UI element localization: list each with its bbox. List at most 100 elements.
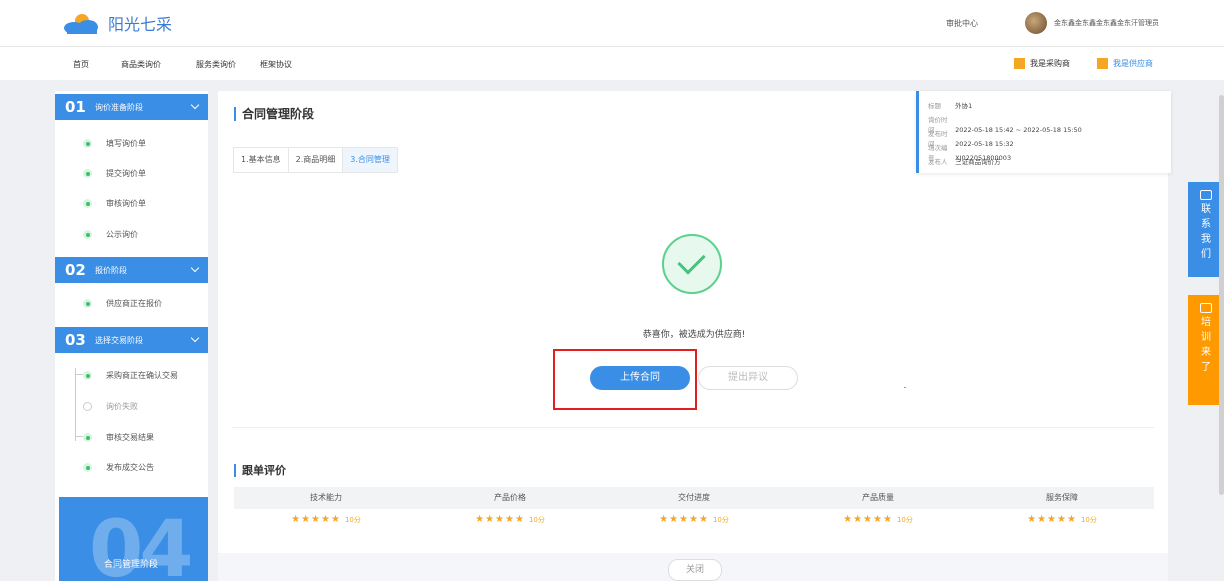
rating-cell: ★★★★★ 10分 <box>970 509 1154 531</box>
tab-contract-management[interactable]: 3.合同管理 <box>343 148 397 172</box>
star-rating-icon: ★★★★★ <box>659 514 709 525</box>
nav-home[interactable]: 首页 <box>73 59 89 70</box>
supplier-icon <box>1097 58 1108 69</box>
step-label: 填写询价单 <box>106 139 146 148</box>
step-done-icon <box>83 463 92 472</box>
branch-line <box>75 368 76 441</box>
close-button[interactable]: 关闭 <box>668 559 722 581</box>
header: 阳光七采 审批中心 金东鑫金东鑫金东鑫金东汗管理员 <box>0 0 1224 46</box>
current-stage-card[interactable]: 04 合同管理阶段 <box>59 497 208 581</box>
monitor-icon <box>1200 303 1212 313</box>
role-buyer-link[interactable]: 我是采购商 <box>1014 58 1070 69</box>
inquiry-info-card: 标题 外协1 询价时间 2022-05-18 15:42 ~ 2022-05-1… <box>916 91 1171 173</box>
info-title: 标题 外协1 <box>928 102 973 110</box>
current-stage-number: 04 <box>89 505 194 581</box>
step-label: 提交询价单 <box>106 169 146 178</box>
step-done-icon <box>83 371 92 380</box>
role-buyer-label: 我是采购商 <box>1030 59 1070 68</box>
step-done-icon <box>83 169 92 178</box>
divider-dot <box>904 387 906 388</box>
chevron-down-icon <box>190 100 200 110</box>
main-nav: 首页 商品类询价 服务类询价 框架协议 我是采购商 我是供应商 <box>0 46 1224 80</box>
branch-line <box>75 436 83 437</box>
chat-icon <box>1200 190 1212 200</box>
step-inquiry-failed[interactable]: 询价失败 <box>83 401 138 412</box>
step-publish-announcement[interactable]: 发布成交公告 <box>83 462 154 473</box>
step-done-icon <box>83 299 92 308</box>
rating-header: 产品价格 <box>494 493 526 502</box>
main-panel: 合同管理阶段 1.基本信息 2.商品明细 3.合同管理 标题 外协1 询价时间 … <box>218 91 1171 581</box>
rating-cell: ★★★★★ 10分 <box>602 509 786 531</box>
stage-1-number: 01 <box>65 98 86 116</box>
step-done-icon <box>83 199 92 208</box>
branch-line <box>75 374 83 375</box>
rating-score: 10分 <box>1080 516 1097 524</box>
nav-goods-inquiry[interactable]: 商品类询价 <box>121 59 161 70</box>
approval-center-link[interactable]: 审批中心 <box>946 18 978 29</box>
rating-table: 技术能力 产品价格 交付进度 产品质量 服务保障 ★★★★★ 10分 ★★★★★ 1… <box>234 487 1154 531</box>
stage-2-title: 报价阶段 <box>95 265 127 275</box>
rating-score: 10分 <box>528 516 545 524</box>
step-label: 供应商正在报价 <box>106 299 162 308</box>
logo-text: 阳光七采 <box>108 15 173 34</box>
rating-header-row: 技术能力 产品价格 交付进度 产品质量 服务保障 <box>234 487 1154 509</box>
rating-header: 服务保障 <box>1046 493 1078 502</box>
success-check-icon <box>662 234 722 294</box>
stage-1-title: 询价准备阶段 <box>95 102 143 112</box>
rating-header: 交付进度 <box>678 493 710 502</box>
step-submit-inquiry[interactable]: 提交询价单 <box>83 168 146 179</box>
star-rating-icon: ★★★★★ <box>291 514 341 525</box>
star-rating-icon: ★★★★★ <box>475 514 525 525</box>
chevron-down-icon <box>190 263 200 273</box>
rating-row: ★★★★★ 10分 ★★★★★ 10分 ★★★★★ 10分 ★★★★★ 10分 ★★★★… <box>234 509 1154 531</box>
step-label: 审核询价单 <box>106 199 146 208</box>
rating-cell: ★★★★★ 10分 <box>234 509 418 531</box>
stage-2-header[interactable]: 02 报价阶段 <box>55 257 208 283</box>
sun-cloud-logo-icon <box>64 14 98 34</box>
page-title: 合同管理阶段 <box>234 107 314 121</box>
step-done-icon <box>83 433 92 442</box>
step-supplier-quoting[interactable]: 供应商正在报价 <box>83 298 162 309</box>
step-label: 询价失败 <box>106 402 138 411</box>
star-rating-icon: ★★★★★ <box>843 514 893 525</box>
tab-basic-info[interactable]: 1.基本信息 <box>234 148 289 172</box>
step-pending-icon <box>83 402 92 411</box>
stage-3-header[interactable]: 03 选择交易阶段 <box>55 327 208 353</box>
buyer-icon <box>1014 58 1025 69</box>
logo[interactable]: 阳光七采 <box>62 10 172 36</box>
role-supplier-label: 我是供应商 <box>1113 59 1153 68</box>
page-scrollbar[interactable] <box>1219 95 1224 495</box>
step-done-icon <box>83 230 92 239</box>
step-publicize-inquiry[interactable]: 公示询价 <box>83 229 138 240</box>
nav-framework-agreement[interactable]: 框架协议 <box>260 59 292 70</box>
step-fill-inquiry[interactable]: 填写询价单 <box>83 138 146 149</box>
stage-3-title: 选择交易阶段 <box>95 335 143 345</box>
congrats-message: 恭喜你，被选成为供应商! <box>642 330 746 340</box>
user-menu[interactable]: 金东鑫金东鑫金东鑫金东汗管理员 <box>1025 12 1159 34</box>
star-rating-icon: ★★★★★ <box>1027 514 1077 525</box>
rating-header: 产品质量 <box>862 493 894 502</box>
section-divider <box>232 427 1154 428</box>
raise-objection-button[interactable]: 提出异议 <box>698 366 798 390</box>
rating-score: 10分 <box>344 516 361 524</box>
step-done-icon <box>83 139 92 148</box>
current-stage-label: 合同管理阶段 <box>104 560 159 570</box>
role-supplier-link[interactable]: 我是供应商 <box>1097 58 1153 69</box>
step-label: 审核交易结果 <box>106 433 154 442</box>
nav-service-inquiry[interactable]: 服务类询价 <box>196 59 236 70</box>
rating-section-title: 跟单评价 <box>234 464 286 477</box>
stage-3-number: 03 <box>65 331 86 349</box>
chevron-down-icon <box>190 333 200 343</box>
step-review-result[interactable]: 审核交易结果 <box>83 432 154 443</box>
upload-contract-button[interactable]: 上传合同 <box>590 366 690 390</box>
step-review-inquiry[interactable]: 审核询价单 <box>83 198 146 209</box>
info-publisher: 发布人 三证商品询价方 <box>928 158 1001 166</box>
step-label: 采购商正在确认交易 <box>106 371 178 380</box>
step-buyer-confirming[interactable]: 采购商正在确认交易 <box>83 370 178 381</box>
step-label: 公示询价 <box>106 230 138 239</box>
rating-score: 10分 <box>896 516 913 524</box>
avatar[interactable] <box>1025 12 1047 34</box>
tab-goods-detail[interactable]: 2.商品明细 <box>289 148 344 172</box>
stage-1-header[interactable]: 01 询价准备阶段 <box>55 94 208 120</box>
step-label: 发布成交公告 <box>106 463 154 472</box>
